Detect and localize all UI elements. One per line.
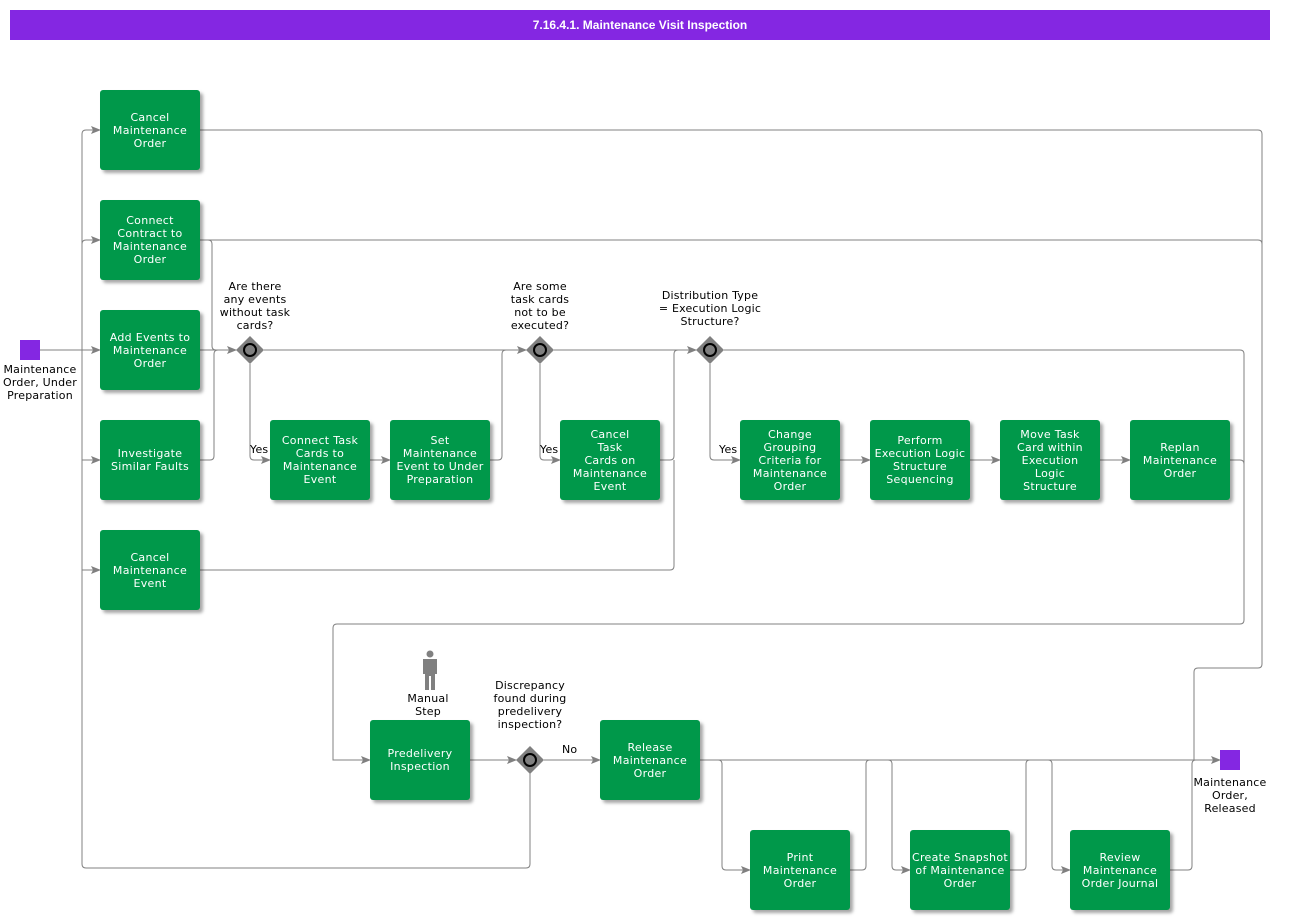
- yes-label: Yes: [540, 443, 559, 456]
- gateway-question: Distribution Type = Execution Logic Stru…: [658, 289, 762, 328]
- task-label: Set Maintenance Event to Under Preparati…: [396, 434, 484, 486]
- task-label: Add Events to Maintenance Order: [109, 330, 191, 370]
- task-create-snapshot[interactable]: Create Snapshot of Maintenance Order: [910, 830, 1010, 910]
- task-label: Predelivery Inspection: [387, 747, 453, 773]
- flow-connect-contract-out: [200, 239, 1263, 245]
- flow-to-connect-contract: [81, 236, 101, 245]
- gateway-task-cards-not-executed[interactable]: [526, 336, 554, 364]
- task-release-maintenance-order[interactable]: Release Maintenance Order: [600, 720, 700, 800]
- task-print-maintenance-order[interactable]: Print Maintenance Order: [750, 830, 850, 910]
- start-event[interactable]: [20, 340, 40, 360]
- flow-to-investigate: [81, 350, 101, 464]
- task-cancel-maintenance-event[interactable]: Cancel Maintenance Event: [100, 530, 200, 610]
- task-connect-task-cards[interactable]: Connect Task Cards to Maintenance Event: [270, 420, 370, 500]
- task-connect-contract[interactable]: Connect Contract to Maintenance Order: [100, 200, 200, 280]
- yes-label: Yes: [250, 443, 269, 456]
- task-label: Connect Task Cards to Maintenance Event: [281, 434, 359, 486]
- task-cancel-task-cards[interactable]: Cancel Task Cards on Maintenance Event: [560, 420, 660, 500]
- task-perform-els-sequencing[interactable]: Perform Execution Logic Structure Sequen…: [870, 420, 970, 500]
- gateway-question: Are some task cards not to be executed?: [510, 280, 570, 332]
- task-predelivery-inspection[interactable]: Predelivery Inspection: [370, 720, 470, 800]
- task-replan-maintenance-order[interactable]: Replan Maintenance Order: [1130, 420, 1230, 500]
- end-event[interactable]: [1220, 750, 1240, 770]
- task-move-task-card[interactable]: Move Task Card within Execution Logic St…: [1000, 420, 1100, 500]
- task-label: Review Maintenance Order Journal: [1081, 850, 1159, 890]
- task-review-journal[interactable]: Review Maintenance Order Journal: [1070, 830, 1170, 910]
- task-label: Cancel Task Cards on Maintenance Event: [572, 427, 648, 493]
- gateway-question: Discrepancy found during predelivery ins…: [493, 679, 567, 731]
- task-set-event-under-preparation[interactable]: Set Maintenance Event to Under Preparati…: [390, 420, 490, 500]
- gateway-distribution-type[interactable]: [696, 336, 724, 364]
- manual-step-person-icon: [423, 650, 437, 690]
- task-label: Perform Execution Logic Structure Sequen…: [874, 434, 966, 486]
- flow-to-cancel-event: [81, 460, 101, 574]
- task-add-events[interactable]: Add Events to Maintenance Order: [100, 310, 200, 390]
- yes-label: Yes: [719, 443, 738, 456]
- gateway-events-without-task-cards[interactable]: [236, 336, 264, 364]
- task-label: Release Maintenance Order: [612, 740, 688, 780]
- gateway-discrepancy[interactable]: [516, 746, 544, 774]
- task-investigate-faults[interactable]: Investigate Similar Faults: [100, 420, 200, 500]
- end-event-label: Maintenance Order, Released: [1193, 776, 1267, 815]
- task-change-grouping-criteria[interactable]: Change Grouping Criteria for Maintenance…: [740, 420, 840, 500]
- task-label: Replan Maintenance Order: [1142, 440, 1218, 480]
- flow-loop-back-down: [81, 570, 531, 869]
- task-label: Cancel Maintenance Order: [112, 110, 188, 150]
- flow-g3-no: [332, 349, 1245, 764]
- task-label: Connect Contract to Maintenance Order: [112, 214, 188, 266]
- manual-step-label: Manual Step: [407, 692, 449, 718]
- task-label: Move Task Card within Execution Logic St…: [1017, 427, 1083, 493]
- task-cancel-maintenance-order[interactable]: Cancel Maintenance Order: [100, 90, 200, 170]
- no-label: No: [562, 743, 578, 756]
- task-label: Create Snapshot of Maintenance Order: [912, 850, 1008, 890]
- task-label: Change Grouping Criteria for Maintenance…: [752, 427, 828, 493]
- start-event-label: Maintenance Order, Under Preparation: [3, 363, 77, 402]
- task-label: Print Maintenance Order: [762, 850, 838, 890]
- task-label: Investigate Similar Faults: [111, 447, 189, 473]
- gateway-question: Are there any events without task cards?: [219, 280, 291, 332]
- task-label: Cancel Maintenance Event: [112, 550, 188, 590]
